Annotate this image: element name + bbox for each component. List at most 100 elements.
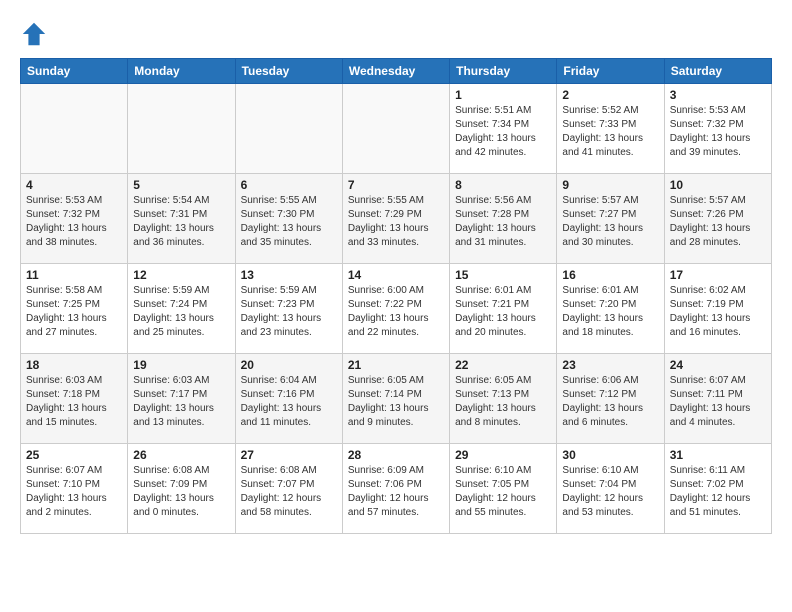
calendar-cell (342, 84, 449, 174)
day-number: 20 (241, 358, 337, 372)
calendar-cell: 25 Sunrise: 6:07 AMSunset: 7:10 PMDayligh… (21, 444, 128, 534)
day-number: 26 (133, 448, 229, 462)
day-number: 13 (241, 268, 337, 282)
day-info: Sunrise: 5:55 AMSunset: 7:29 PMDaylight:… (348, 194, 444, 250)
day-info: Sunrise: 5:54 AMSunset: 7:31 PMDaylight:… (133, 194, 229, 250)
day-number: 23 (562, 358, 658, 372)
day-number: 25 (26, 448, 122, 462)
calendar-cell: 10 Sunrise: 5:57 AMSunset: 7:26 PMDayligh… (664, 174, 771, 264)
day-number: 3 (670, 88, 766, 102)
day-number: 4 (26, 178, 122, 192)
day-number: 24 (670, 358, 766, 372)
calendar-cell: 22Sunrise: 6:05 AMSunset: 7:13 PMDayligh… (450, 354, 557, 444)
day-info: Sunrise: 6:10 AMSunset: 7:04 PMDaylight:… (562, 464, 658, 520)
calendar-header-row: SundayMondayTuesdayWednesdayThursdayFrid… (21, 59, 772, 84)
calendar-cell: 15 Sunrise: 6:01 AMSunset: 7:21 PMDayligh… (450, 264, 557, 354)
calendar-cell: 4 Sunrise: 5:53 AMSunset: 7:32 PMDaylight… (21, 174, 128, 264)
day-number: 7 (348, 178, 444, 192)
calendar-cell: 9 Sunrise: 5:57 AMSunset: 7:27 PMDaylight… (557, 174, 664, 264)
day-info: Sunrise: 5:59 AMSunset: 7:23 PMDaylight:… (241, 284, 337, 340)
calendar-header-tuesday: Tuesday (235, 59, 342, 84)
calendar-cell: 30 Sunrise: 6:10 AMSunset: 7:04 PMDayligh… (557, 444, 664, 534)
day-info: Sunrise: 6:01 AMSunset: 7:20 PMDaylight:… (562, 284, 658, 340)
day-info: Sunrise: 6:01 AMSunset: 7:21 PMDaylight:… (455, 284, 551, 340)
day-info: Sunrise: 6:05 AMSunset: 7:13 PMDaylight:… (455, 374, 551, 430)
day-number: 27 (241, 448, 337, 462)
day-info: Sunrise: 6:08 AMSunset: 7:07 PMDaylight:… (241, 464, 337, 520)
calendar-week-row: 25 Sunrise: 6:07 AMSunset: 7:10 PMDayligh… (21, 444, 772, 534)
day-info: Sunrise: 5:55 AMSunset: 7:30 PMDaylight:… (241, 194, 337, 250)
calendar-cell: 21 Sunrise: 6:05 AMSunset: 7:14 PMDayligh… (342, 354, 449, 444)
day-number: 28 (348, 448, 444, 462)
calendar-header-wednesday: Wednesday (342, 59, 449, 84)
calendar-cell: 18Sunrise: 6:03 AMSunset: 7:18 PMDayligh… (21, 354, 128, 444)
day-info: Sunrise: 6:03 AMSunset: 7:17 PMDaylight:… (133, 374, 229, 430)
day-number: 6 (241, 178, 337, 192)
calendar-cell: 23 Sunrise: 6:06 AMSunset: 7:12 PMDayligh… (557, 354, 664, 444)
day-info: Sunrise: 6:11 AMSunset: 7:02 PMDaylight:… (670, 464, 766, 520)
calendar-header-sunday: Sunday (21, 59, 128, 84)
day-info: Sunrise: 5:53 AMSunset: 7:32 PMDaylight:… (670, 104, 766, 160)
day-info: Sunrise: 6:05 AMSunset: 7:14 PMDaylight:… (348, 374, 444, 430)
day-info: Sunrise: 5:58 AMSunset: 7:25 PMDaylight:… (26, 284, 122, 340)
day-info: Sunrise: 5:53 AMSunset: 7:32 PMDaylight:… (26, 194, 122, 250)
calendar-cell (235, 84, 342, 174)
calendar-cell: 27 Sunrise: 6:08 AMSunset: 7:07 PMDayligh… (235, 444, 342, 534)
calendar-header-monday: Monday (128, 59, 235, 84)
calendar-cell: 16Sunrise: 6:01 AMSunset: 7:20 PMDayligh… (557, 264, 664, 354)
calendar-cell: 1Sunrise: 5:51 AMSunset: 7:34 PMDaylight… (450, 84, 557, 174)
day-number: 10 (670, 178, 766, 192)
day-number: 17 (670, 268, 766, 282)
calendar-cell: 20 Sunrise: 6:04 AMSunset: 7:16 PMDayligh… (235, 354, 342, 444)
day-number: 29 (455, 448, 551, 462)
calendar-cell: 6 Sunrise: 5:55 AMSunset: 7:30 PMDaylight… (235, 174, 342, 264)
day-number: 5 (133, 178, 229, 192)
day-info: Sunrise: 6:09 AMSunset: 7:06 PMDaylight:… (348, 464, 444, 520)
calendar-week-row: 18Sunrise: 6:03 AMSunset: 7:18 PMDayligh… (21, 354, 772, 444)
calendar-cell: 12Sunrise: 5:59 AMSunset: 7:24 PMDayligh… (128, 264, 235, 354)
day-number: 12 (133, 268, 229, 282)
calendar-cell: 2 Sunrise: 5:52 AMSunset: 7:33 PMDaylight… (557, 84, 664, 174)
day-info: Sunrise: 6:03 AMSunset: 7:18 PMDaylight:… (26, 374, 122, 430)
calendar-cell: 31 Sunrise: 6:11 AMSunset: 7:02 PMDayligh… (664, 444, 771, 534)
day-number: 2 (562, 88, 658, 102)
calendar-cell: 7 Sunrise: 5:55 AMSunset: 7:29 PMDaylight… (342, 174, 449, 264)
calendar-cell: 5 Sunrise: 5:54 AMSunset: 7:31 PMDaylight… (128, 174, 235, 264)
calendar-week-row: 4 Sunrise: 5:53 AMSunset: 7:32 PMDaylight… (21, 174, 772, 264)
calendar-week-row: 11 Sunrise: 5:58 AMSunset: 7:25 PMDayligh… (21, 264, 772, 354)
page-header (20, 20, 772, 48)
day-info: Sunrise: 6:04 AMSunset: 7:16 PMDaylight:… (241, 374, 337, 430)
calendar-cell: 11 Sunrise: 5:58 AMSunset: 7:25 PMDayligh… (21, 264, 128, 354)
day-number: 11 (26, 268, 122, 282)
calendar-cell: 3 Sunrise: 5:53 AMSunset: 7:32 PMDaylight… (664, 84, 771, 174)
calendar-header-friday: Friday (557, 59, 664, 84)
calendar-cell: 17Sunrise: 6:02 AMSunset: 7:19 PMDayligh… (664, 264, 771, 354)
day-number: 31 (670, 448, 766, 462)
day-info: Sunrise: 5:56 AMSunset: 7:28 PMDaylight:… (455, 194, 551, 250)
calendar: SundayMondayTuesdayWednesdayThursdayFrid… (20, 58, 772, 534)
day-info: Sunrise: 6:08 AMSunset: 7:09 PMDaylight:… (133, 464, 229, 520)
day-info: Sunrise: 5:52 AMSunset: 7:33 PMDaylight:… (562, 104, 658, 160)
day-info: Sunrise: 6:10 AMSunset: 7:05 PMDaylight:… (455, 464, 551, 520)
calendar-cell: 13 Sunrise: 5:59 AMSunset: 7:23 PMDayligh… (235, 264, 342, 354)
day-number: 15 (455, 268, 551, 282)
day-number: 21 (348, 358, 444, 372)
day-number: 30 (562, 448, 658, 462)
day-number: 8 (455, 178, 551, 192)
calendar-header-thursday: Thursday (450, 59, 557, 84)
day-info: Sunrise: 5:57 AMSunset: 7:26 PMDaylight:… (670, 194, 766, 250)
calendar-cell: 29 Sunrise: 6:10 AMSunset: 7:05 PMDayligh… (450, 444, 557, 534)
day-info: Sunrise: 5:51 AMSunset: 7:34 PMDaylight:… (455, 104, 551, 160)
logo-icon (20, 20, 48, 48)
day-number: 14 (348, 268, 444, 282)
calendar-cell: 19Sunrise: 6:03 AMSunset: 7:17 PMDayligh… (128, 354, 235, 444)
day-number: 9 (562, 178, 658, 192)
day-info: Sunrise: 6:00 AMSunset: 7:22 PMDaylight:… (348, 284, 444, 340)
day-info: Sunrise: 6:07 AMSunset: 7:10 PMDaylight:… (26, 464, 122, 520)
calendar-cell: 24Sunrise: 6:07 AMSunset: 7:11 PMDayligh… (664, 354, 771, 444)
calendar-cell: 28 Sunrise: 6:09 AMSunset: 7:06 PMDayligh… (342, 444, 449, 534)
logo (20, 20, 52, 48)
day-info: Sunrise: 5:57 AMSunset: 7:27 PMDaylight:… (562, 194, 658, 250)
calendar-cell (21, 84, 128, 174)
day-info: Sunrise: 6:06 AMSunset: 7:12 PMDaylight:… (562, 374, 658, 430)
